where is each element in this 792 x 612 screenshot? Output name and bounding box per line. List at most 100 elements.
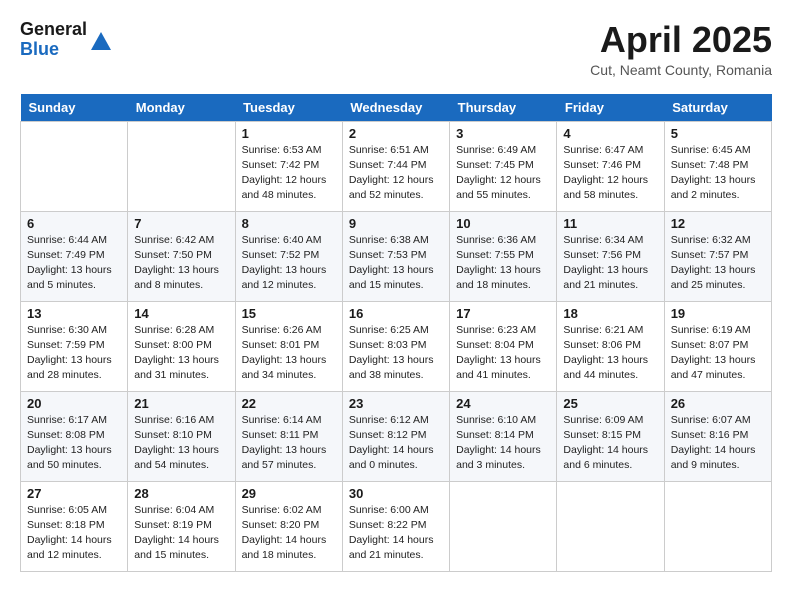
calendar-cell: 25 Sunrise: 6:09 AM Sunset: 8:15 PM Dayli… bbox=[557, 391, 664, 481]
location-title: Cut, Neamt County, Romania bbox=[590, 62, 772, 78]
day-number: 8 bbox=[242, 216, 336, 231]
day-info: Sunrise: 6:25 AM Sunset: 8:03 PM Dayligh… bbox=[349, 323, 443, 384]
calendar-day-header: Monday bbox=[128, 94, 235, 122]
day-number: 14 bbox=[134, 306, 228, 321]
calendar-cell: 17Sunrise: 6:23 AM Sunset: 8:04 PM Dayli… bbox=[450, 301, 557, 391]
calendar-cell: 28 Sunrise: 6:04 AM Sunset: 8:19 PM Dayli… bbox=[128, 481, 235, 571]
day-number: 2 bbox=[349, 126, 443, 141]
day-info: Sunrise: 6:17 AM Sunset: 8:08 PM Dayligh… bbox=[27, 413, 121, 474]
day-info: Sunrise: 6:21 AM Sunset: 8:06 PM Dayligh… bbox=[563, 323, 657, 384]
calendar-cell: 16 Sunrise: 6:25 AM Sunset: 8:03 PM Dayli… bbox=[342, 301, 449, 391]
calendar-cell: 13 Sunrise: 6:30 AM Sunset: 7:59 PM Dayli… bbox=[21, 301, 128, 391]
day-info: Sunrise: 6:09 AM Sunset: 8:15 PM Dayligh… bbox=[563, 413, 657, 474]
day-info: Sunrise: 6:10 AM Sunset: 8:14 PM Dayligh… bbox=[456, 413, 550, 474]
page-header: General Blue April 2025 Cut, Neamt Count… bbox=[20, 20, 772, 78]
day-number: 15 bbox=[242, 306, 336, 321]
day-info: Sunrise: 6:32 AM Sunset: 7:57 PM Dayligh… bbox=[671, 233, 765, 294]
calendar-week-row: 6 Sunrise: 6:44 AM Sunset: 7:49 PM Daylig… bbox=[21, 211, 772, 301]
calendar-day-header: Sunday bbox=[21, 94, 128, 122]
day-info: Sunrise: 6:16 AM Sunset: 8:10 PM Dayligh… bbox=[134, 413, 228, 474]
calendar-week-row: 1Sunrise: 6:53 AM Sunset: 7:42 PM Daylig… bbox=[21, 121, 772, 211]
day-info: Sunrise: 6:28 AM Sunset: 8:00 PM Dayligh… bbox=[134, 323, 228, 384]
day-number: 3 bbox=[456, 126, 550, 141]
month-title: April 2025 bbox=[590, 20, 772, 60]
calendar-cell: 30 Sunrise: 6:00 AM Sunset: 8:22 PM Dayli… bbox=[342, 481, 449, 571]
calendar-cell: 12 Sunrise: 6:32 AM Sunset: 7:57 PM Dayli… bbox=[664, 211, 771, 301]
day-number: 27 bbox=[27, 486, 121, 501]
day-info: Sunrise: 6:30 AM Sunset: 7:59 PM Dayligh… bbox=[27, 323, 121, 384]
calendar-table: SundayMondayTuesdayWednesdayThursdayFrid… bbox=[20, 94, 772, 572]
day-info: Sunrise: 6:23 AM Sunset: 8:04 PM Dayligh… bbox=[456, 323, 550, 384]
day-number: 7 bbox=[134, 216, 228, 231]
calendar-cell: 14 Sunrise: 6:28 AM Sunset: 8:00 PM Dayli… bbox=[128, 301, 235, 391]
calendar-cell: 26 Sunrise: 6:07 AM Sunset: 8:16 PM Dayli… bbox=[664, 391, 771, 481]
day-number: 9 bbox=[349, 216, 443, 231]
logo-blue: Blue bbox=[20, 40, 87, 60]
day-info: Sunrise: 6:34 AM Sunset: 7:56 PM Dayligh… bbox=[563, 233, 657, 294]
calendar-cell: 29Sunrise: 6:02 AM Sunset: 8:20 PM Dayli… bbox=[235, 481, 342, 571]
day-info: Sunrise: 6:26 AM Sunset: 8:01 PM Dayligh… bbox=[242, 323, 336, 384]
calendar-cell: 15 Sunrise: 6:26 AM Sunset: 8:01 PM Dayli… bbox=[235, 301, 342, 391]
calendar-cell: 20 Sunrise: 6:17 AM Sunset: 8:08 PM Dayli… bbox=[21, 391, 128, 481]
day-info: Sunrise: 6:12 AM Sunset: 8:12 PM Dayligh… bbox=[349, 413, 443, 474]
day-number: 13 bbox=[27, 306, 121, 321]
calendar-cell bbox=[21, 121, 128, 211]
day-info: Sunrise: 6:07 AM Sunset: 8:16 PM Dayligh… bbox=[671, 413, 765, 474]
day-number: 12 bbox=[671, 216, 765, 231]
day-number: 11 bbox=[563, 216, 657, 231]
calendar-week-row: 13 Sunrise: 6:30 AM Sunset: 7:59 PM Dayli… bbox=[21, 301, 772, 391]
logo-text: General Blue bbox=[20, 20, 87, 60]
day-number: 22 bbox=[242, 396, 336, 411]
day-number: 26 bbox=[671, 396, 765, 411]
calendar-cell: 7Sunrise: 6:42 AM Sunset: 7:50 PM Daylig… bbox=[128, 211, 235, 301]
calendar-cell: 9 Sunrise: 6:38 AM Sunset: 7:53 PM Daylig… bbox=[342, 211, 449, 301]
calendar-cell bbox=[450, 481, 557, 571]
calendar-day-header: Wednesday bbox=[342, 94, 449, 122]
day-info: Sunrise: 6:47 AM Sunset: 7:46 PM Dayligh… bbox=[563, 143, 657, 204]
day-info: Sunrise: 6:51 AM Sunset: 7:44 PM Dayligh… bbox=[349, 143, 443, 204]
calendar-week-row: 20 Sunrise: 6:17 AM Sunset: 8:08 PM Dayli… bbox=[21, 391, 772, 481]
day-info: Sunrise: 6:14 AM Sunset: 8:11 PM Dayligh… bbox=[242, 413, 336, 474]
day-number: 20 bbox=[27, 396, 121, 411]
day-info: Sunrise: 6:19 AM Sunset: 8:07 PM Dayligh… bbox=[671, 323, 765, 384]
day-number: 16 bbox=[349, 306, 443, 321]
calendar-day-header: Thursday bbox=[450, 94, 557, 122]
calendar-cell: 23 Sunrise: 6:12 AM Sunset: 8:12 PM Dayli… bbox=[342, 391, 449, 481]
day-number: 30 bbox=[349, 486, 443, 501]
calendar-cell: 8Sunrise: 6:40 AM Sunset: 7:52 PM Daylig… bbox=[235, 211, 342, 301]
calendar-cell bbox=[664, 481, 771, 571]
day-number: 25 bbox=[563, 396, 657, 411]
logo-triangle-icon bbox=[91, 32, 111, 50]
calendar-cell: 5 Sunrise: 6:45 AM Sunset: 7:48 PM Daylig… bbox=[664, 121, 771, 211]
calendar-cell: 4Sunrise: 6:47 AM Sunset: 7:46 PM Daylig… bbox=[557, 121, 664, 211]
calendar-cell: 6 Sunrise: 6:44 AM Sunset: 7:49 PM Daylig… bbox=[21, 211, 128, 301]
day-number: 28 bbox=[134, 486, 228, 501]
day-number: 5 bbox=[671, 126, 765, 141]
day-info: Sunrise: 6:38 AM Sunset: 7:53 PM Dayligh… bbox=[349, 233, 443, 294]
day-info: Sunrise: 6:36 AM Sunset: 7:55 PM Dayligh… bbox=[456, 233, 550, 294]
day-info: Sunrise: 6:49 AM Sunset: 7:45 PM Dayligh… bbox=[456, 143, 550, 204]
calendar-cell bbox=[128, 121, 235, 211]
calendar-cell: 10 Sunrise: 6:36 AM Sunset: 7:55 PM Dayli… bbox=[450, 211, 557, 301]
calendar-day-header: Tuesday bbox=[235, 94, 342, 122]
calendar-cell: 2 Sunrise: 6:51 AM Sunset: 7:44 PM Daylig… bbox=[342, 121, 449, 211]
day-number: 1 bbox=[242, 126, 336, 141]
calendar-cell: 27Sunrise: 6:05 AM Sunset: 8:18 PM Dayli… bbox=[21, 481, 128, 571]
day-number: 23 bbox=[349, 396, 443, 411]
logo: General Blue bbox=[20, 20, 111, 60]
day-info: Sunrise: 6:44 AM Sunset: 7:49 PM Dayligh… bbox=[27, 233, 121, 294]
day-number: 21 bbox=[134, 396, 228, 411]
logo-general: General bbox=[20, 20, 87, 40]
calendar-cell: 18 Sunrise: 6:21 AM Sunset: 8:06 PM Dayli… bbox=[557, 301, 664, 391]
title-block: April 2025 Cut, Neamt County, Romania bbox=[590, 20, 772, 78]
day-info: Sunrise: 6:04 AM Sunset: 8:19 PM Dayligh… bbox=[134, 503, 228, 564]
day-info: Sunrise: 6:45 AM Sunset: 7:48 PM Dayligh… bbox=[671, 143, 765, 204]
calendar-day-header: Saturday bbox=[664, 94, 771, 122]
day-number: 29 bbox=[242, 486, 336, 501]
day-number: 18 bbox=[563, 306, 657, 321]
day-info: Sunrise: 6:00 AM Sunset: 8:22 PM Dayligh… bbox=[349, 503, 443, 564]
day-number: 10 bbox=[456, 216, 550, 231]
calendar-cell: 24Sunrise: 6:10 AM Sunset: 8:14 PM Dayli… bbox=[450, 391, 557, 481]
calendar-cell: 22 Sunrise: 6:14 AM Sunset: 8:11 PM Dayli… bbox=[235, 391, 342, 481]
day-number: 6 bbox=[27, 216, 121, 231]
